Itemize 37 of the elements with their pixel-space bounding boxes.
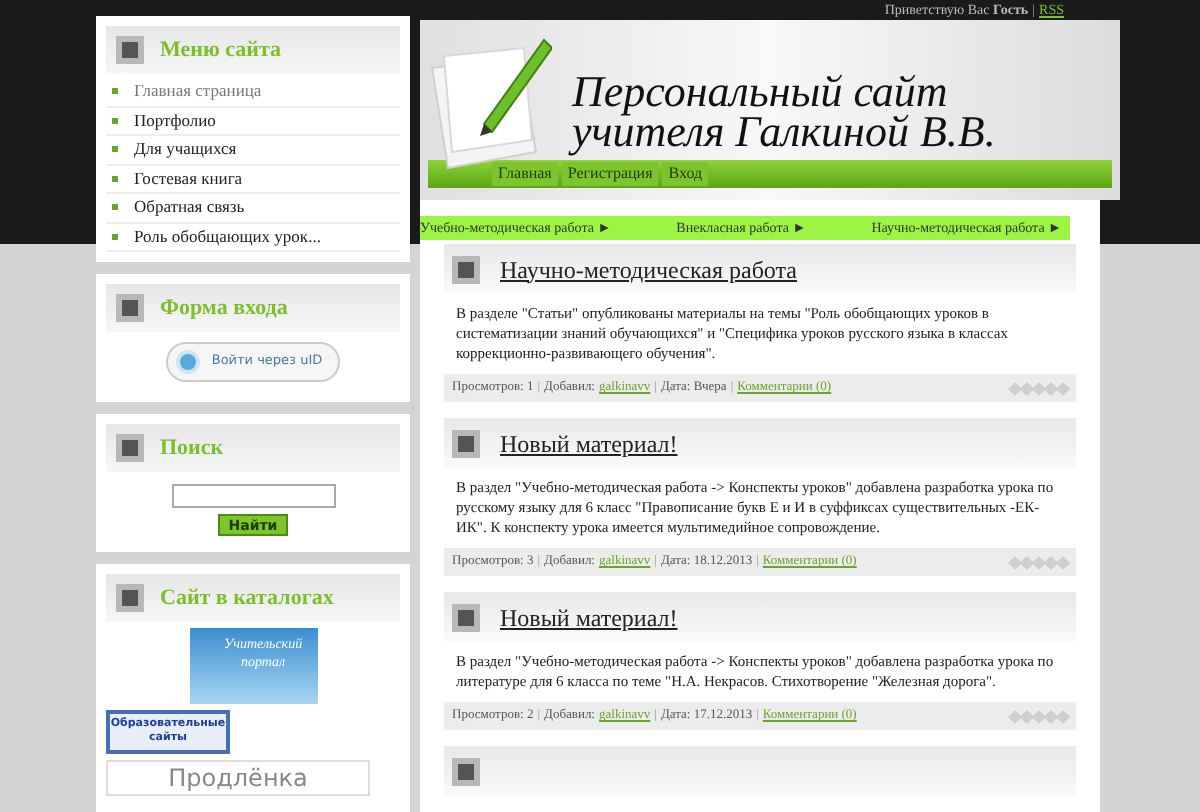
post-title-link[interactable]: Научно-методическая работа [500,251,797,287]
nav-link[interactable]: Регистрация [561,162,659,186]
square-icon [116,584,144,612]
catalog-banner[interactable]: Продлёнка [106,760,370,796]
uid-icon [175,350,200,374]
square-icon [452,757,480,785]
rating-stars[interactable] [1010,711,1068,721]
square-icon [116,434,144,462]
bullet-icon [112,146,118,153]
post-title-link[interactable]: Новый материал! [500,599,678,635]
panel-title: Поиск [160,433,224,464]
square-icon [452,429,480,457]
square-icon [452,255,480,283]
site-title: Персональный сайт учителя Галкиной В.В. [572,72,996,160]
bullet-icon [112,204,118,211]
panel-title: Сайт в каталогах [160,583,334,614]
menu-link[interactable]: Роль обобщающих урок... [134,223,321,250]
bullet-icon [112,233,118,240]
bullet-icon [112,175,118,182]
square-icon [116,36,144,64]
menu-link[interactable]: Для учащихся [134,136,237,163]
rating-stars[interactable] [1010,557,1068,567]
menu-link[interactable]: Обратная связь [134,194,245,221]
bullet-icon [112,88,118,95]
nav-link[interactable]: Главная [492,162,558,186]
menu-link[interactable]: Портфолио [134,107,216,134]
square-icon [116,294,144,322]
rating-stars[interactable] [1010,383,1068,393]
post-title-link[interactable]: Новый материал! [500,425,678,461]
bullet-icon [112,117,118,124]
menu-link[interactable]: Гостевая книга [134,165,243,192]
menu-link[interactable]: Главная страница [134,78,262,105]
square-icon [452,603,480,631]
search-field[interactable] [171,484,335,508]
panel-title: Форма входа [160,293,288,324]
panel-title: Меню сайта [160,35,282,66]
nav-link[interactable]: Вход [662,162,709,186]
